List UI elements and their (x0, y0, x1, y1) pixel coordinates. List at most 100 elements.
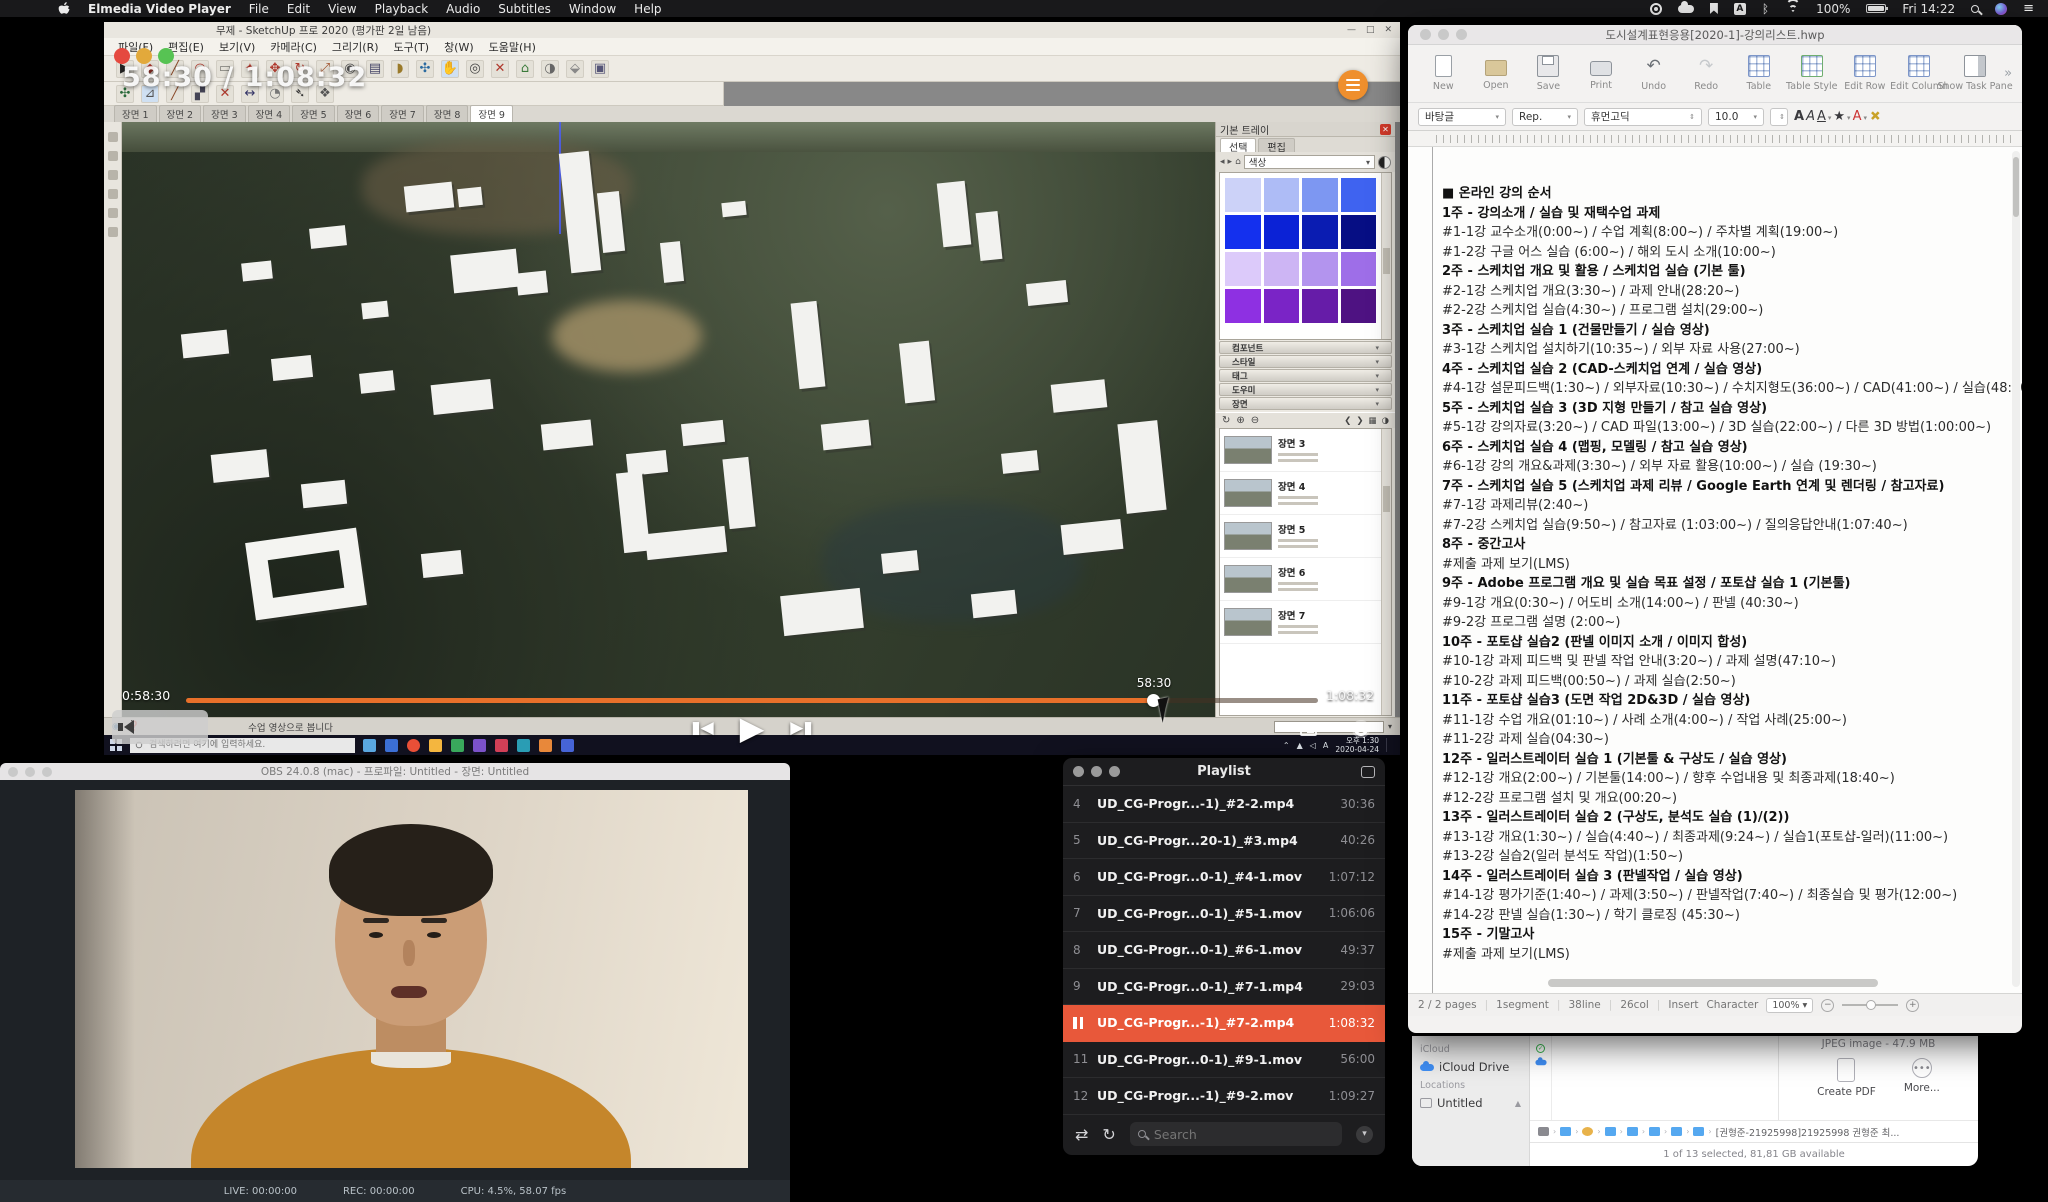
tray-volume-icon[interactable]: ◁ (1310, 741, 1316, 750)
tray-panel-header[interactable]: 도우미▾ (1219, 383, 1392, 396)
hwp-toolbar-button[interactable]: Show Task Pane (1948, 55, 2002, 92)
color-swatch[interactable] (1264, 215, 1300, 249)
material-category-dropdown[interactable]: 색상▾ (1244, 155, 1375, 169)
scene-list-item[interactable]: 장면 5 (1220, 515, 1381, 558)
menubar-item[interactable]: Edit (287, 2, 310, 16)
size-stepper[interactable]: ⇕ (1770, 108, 1788, 126)
playlist-titlebar[interactable]: Playlist (1063, 758, 1385, 786)
notification-center-icon[interactable]: ≡ (2023, 2, 2034, 15)
active-app-name[interactable]: Elmedia Video Player (88, 2, 231, 16)
playlist-row[interactable]: 5 UD_CG-Progr...20-1)_#3.mp4 40:26 (1063, 823, 1385, 860)
tray-panel-header[interactable]: 장면▾ (1219, 397, 1392, 410)
scene-remove-icon[interactable]: ⊖ (1251, 415, 1259, 426)
menubar-item[interactable]: File (249, 2, 269, 16)
finder-path-bar[interactable]: › › › › › › › › [권형준-21925998]21925998 권… (1530, 1120, 1978, 1142)
taskbar-app-icon[interactable] (495, 739, 508, 752)
more-button[interactable]: ••• More... (1904, 1058, 1940, 1098)
scene-tab[interactable]: 장면 9 (470, 105, 513, 122)
color-swatch[interactable] (1302, 252, 1338, 286)
cloud-sync-icon[interactable] (1678, 2, 1694, 15)
bluetooth-icon[interactable]: ᛒ (1762, 2, 1769, 15)
hwp-toolbar-button[interactable]: Table Style (1786, 55, 1837, 92)
taskbar-app-icon[interactable] (385, 739, 398, 752)
hwp-toolbar-button[interactable]: Open (1471, 56, 1522, 91)
menubar-item[interactable]: Audio (446, 2, 480, 16)
hwp-vertical-scrollbar[interactable] (2012, 151, 2020, 987)
menubar-clock[interactable]: Fri 14:22 (1902, 2, 1955, 16)
eject-icon[interactable]: ▲ (1515, 1099, 1521, 1108)
color-swatch[interactable] (1302, 289, 1338, 323)
zoom-slider-knob[interactable] (1866, 1000, 1876, 1010)
obs-status-icon[interactable] (1650, 2, 1662, 15)
menubar-item[interactable]: Subtitles (498, 2, 551, 16)
hwp-document[interactable]: ■ 온라인 강의 순서 1주 - 강의소개 / 실습 및 재택수업 과제 #1-… (1408, 147, 2022, 993)
tray-panel-header[interactable]: 컴포넌트▾ (1219, 341, 1392, 354)
scene-tab[interactable]: 장면 8 (426, 105, 469, 122)
hwp-toolbar-button[interactable]: ↷ Redo (1681, 55, 1732, 92)
playlist-row[interactable]: 7 UD_CG-Progr...0-1)_#5-1.mov 1:06:06 (1063, 896, 1385, 933)
bold-button[interactable]: A (1794, 109, 1804, 124)
color-swatch[interactable] (1225, 215, 1261, 249)
font-color-button[interactable]: A (1853, 109, 1862, 124)
scene-details-icon[interactable]: ◑ (1382, 416, 1389, 426)
create-pdf-button[interactable]: Create PDF (1817, 1058, 1876, 1098)
scene-list-item[interactable]: 장면 4 (1220, 472, 1381, 515)
tray-panel-header[interactable]: 태그▾ (1219, 369, 1392, 382)
scene-tab[interactable]: 장면 4 (248, 105, 291, 122)
hwp-toolbar-button[interactable]: Print (1576, 57, 1627, 91)
playlist-row[interactable]: UD_CG-Progr...-1)_#7-2.mp4 1:08:32 (1063, 1005, 1385, 1042)
character-mode-indicator[interactable]: Character (1706, 999, 1758, 1011)
italic-button[interactable]: A (1806, 109, 1815, 124)
battery-icon[interactable] (1866, 2, 1886, 15)
scene-refresh-icon[interactable]: ↻ (1222, 415, 1230, 426)
sample-paint-icon[interactable] (1378, 156, 1391, 169)
taskbar-app-icon[interactable] (539, 739, 552, 752)
zoom-out-icon[interactable]: − (1821, 999, 1834, 1012)
playlist-row[interactable]: 12 UD_CG-Progr...-1)_#9-2.mov 1:09:27 (1063, 1078, 1385, 1115)
underline-button[interactable]: A (1817, 109, 1826, 124)
scene-list-item[interactable]: 장면 6 (1220, 558, 1381, 601)
playlist-row[interactable]: 11 UD_CG-Progr...0-1)_#9-1.mov 56:00 (1063, 1042, 1385, 1079)
toolbar-overflow-icon[interactable]: » (2004, 66, 2012, 81)
color-swatch[interactable] (1341, 178, 1377, 212)
previous-track-button[interactable]: ▮◀ (691, 718, 713, 738)
playlist-row[interactable]: 9 UD_CG-Progr...0-1)_#7-1.mp4 29:03 (1063, 969, 1385, 1006)
color-swatch[interactable] (1341, 215, 1377, 249)
playlist-options-icon[interactable]: ▾ (1356, 1126, 1373, 1143)
hwp-traffic-lights[interactable] (1420, 29, 1467, 40)
color-swatch[interactable] (1341, 289, 1377, 323)
font-dropdown[interactable]: 휴먼고딕⇕ (1584, 108, 1702, 126)
scene-tab[interactable]: 장면 3 (203, 105, 246, 122)
sidebar-item-icloud-drive[interactable]: iCloud Drive (1420, 1058, 1521, 1076)
scene-tab[interactable]: 장면 5 (292, 105, 335, 122)
wifi-icon[interactable] (1785, 2, 1800, 15)
taskbar-app-icon[interactable] (429, 739, 442, 752)
seek-bar[interactable]: 58:30 (186, 698, 1318, 703)
taskbar-app-icon[interactable] (363, 739, 376, 752)
taskbar-app-icon[interactable] (517, 739, 530, 752)
obs-traffic-lights[interactable] (8, 767, 52, 777)
taskbar-app-icon[interactable] (451, 739, 464, 752)
tray-ime-icon[interactable]: A (1323, 741, 1328, 750)
playlist-row[interactable]: 8 UD_CG-Progr...0-1)_#6-1.mov 49:37 (1063, 932, 1385, 969)
style-star-button[interactable]: ★ (1833, 109, 1845, 124)
zoom-in-icon[interactable]: + (1906, 999, 1919, 1012)
playlist-search-input[interactable] (1152, 1126, 1292, 1143)
settings-gear-icon[interactable] (1354, 722, 1368, 736)
tray-chevron-icon[interactable]: ⌃ (1283, 741, 1290, 750)
spotlight-icon[interactable] (1971, 2, 1979, 15)
scene-list-item[interactable]: 장면 7 (1220, 601, 1381, 644)
scene-prev-icon[interactable]: ❮ (1344, 416, 1351, 426)
zoom-slider[interactable] (1842, 1004, 1898, 1006)
menubar-item[interactable]: View (328, 2, 356, 16)
hwp-toolbar-button[interactable]: Edit Row (1840, 55, 1891, 92)
color-swatch[interactable] (1302, 178, 1338, 212)
scene-list-item[interactable]: 장면 3 (1220, 429, 1381, 472)
scene-add-icon[interactable]: ⊕ (1236, 415, 1244, 426)
apple-menu-icon[interactable] (58, 2, 70, 15)
tray-network-icon[interactable]: ▲ (1297, 741, 1303, 750)
scene-tab[interactable]: 장면 1 (114, 105, 157, 122)
taskbar-app-icon[interactable] (561, 739, 574, 752)
hwp-titlebar[interactable]: 도시설계표현응용[2020-1]-강의리스트.hwp (1408, 25, 2022, 45)
scene-tab[interactable]: 장면 6 (337, 105, 380, 122)
